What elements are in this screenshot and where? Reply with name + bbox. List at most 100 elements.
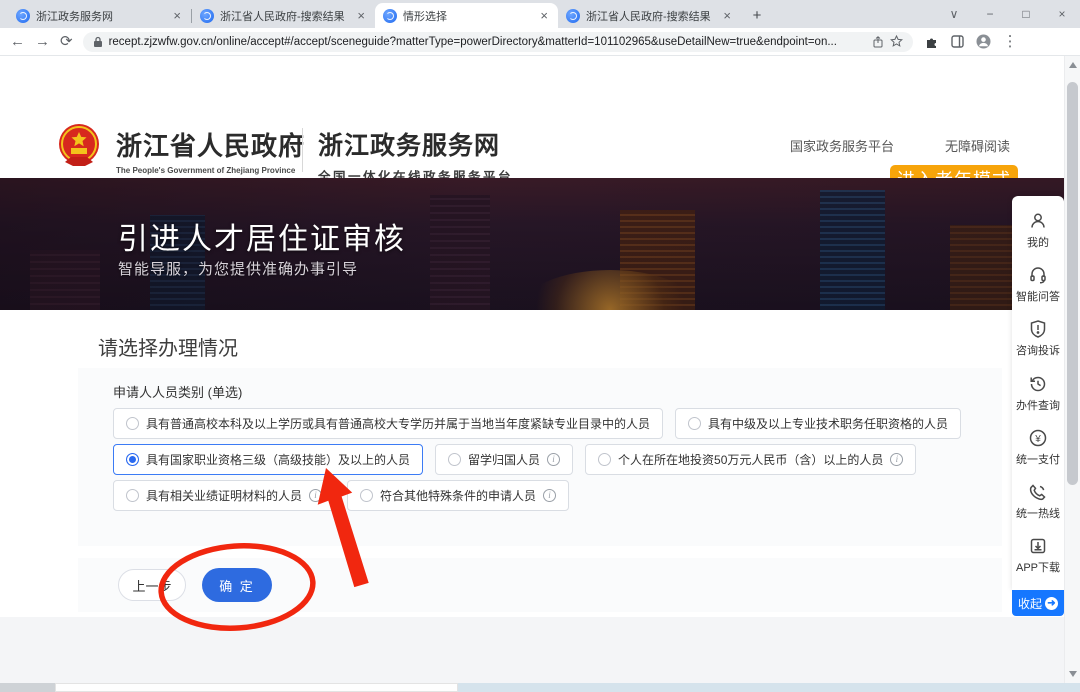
- radio-option-vocational-selected[interactable]: 具有国家职业资格三级（高级技能）及以上的人员: [113, 444, 423, 475]
- sidebar-item-label: 智能问答: [1016, 288, 1060, 304]
- profile-avatar-icon[interactable]: [976, 34, 991, 49]
- tab-title: 浙江政务服务网: [36, 8, 165, 24]
- site-header: 浙江省人民政府 The People's Government of Zheji…: [0, 56, 1064, 178]
- window-controls: ∨ − □ ×: [936, 0, 1080, 28]
- radio-option-achievement[interactable]: 具有相关业绩证明材料的人员 i: [113, 480, 335, 511]
- action-bar: 上一步 确 定: [78, 558, 1002, 612]
- arrow-right-icon: ➜: [1045, 597, 1058, 610]
- sidebar-item-mine[interactable]: 我的: [1012, 211, 1064, 250]
- app-download-icon: [1028, 536, 1048, 556]
- radio-icon[interactable]: [126, 417, 139, 430]
- vertical-scrollbar: [1064, 56, 1080, 683]
- floating-side-panel: 我的 智能问答 咨询投诉 办件查询 ¥ 统一支付 统一热线 APP下载: [1012, 196, 1064, 590]
- sidebar-item-case-query[interactable]: 办件查询: [1012, 374, 1064, 413]
- info-icon[interactable]: i: [309, 489, 322, 502]
- radio-icon[interactable]: [688, 417, 701, 430]
- forward-icon[interactable]: →: [35, 34, 50, 49]
- maximize-button[interactable]: □: [1008, 7, 1044, 21]
- info-icon[interactable]: i: [890, 453, 903, 466]
- back-icon[interactable]: ←: [10, 34, 25, 49]
- payment-yuan-icon: ¥: [1028, 428, 1048, 448]
- option-label: 留学归国人员: [468, 451, 540, 468]
- radio-option-degree[interactable]: 具有普通高校本科及以上学历或具有普通高校大专学历并属于当地当年度紧缺专业目录中的…: [113, 408, 663, 439]
- banner-subtitle: 智能导服，为您提供准确办事引导: [118, 258, 358, 279]
- tab-close-icon[interactable]: ×: [721, 8, 733, 23]
- history-clock-icon: [1028, 374, 1048, 394]
- qa-headset-icon: [1028, 265, 1048, 285]
- confirm-button[interactable]: 确 定: [202, 568, 272, 602]
- radio-option-mid-title[interactable]: 具有中级及以上专业技术职务任职资格的人员: [675, 408, 961, 439]
- group-label: 申请人人员类别 (单选): [113, 382, 242, 401]
- accessible-reading-link[interactable]: 无障碍阅读: [945, 136, 1010, 155]
- banner-title: 引进人才居住证审核: [118, 214, 406, 258]
- header-links: 国家政务服务平台 无障碍阅读: [790, 136, 1010, 155]
- gov-title: 浙江省人民政府: [116, 126, 305, 163]
- info-icon[interactable]: i: [543, 489, 556, 502]
- radio-icon[interactable]: [126, 489, 139, 502]
- option-row: 具有相关业绩证明材料的人员 i 符合其他特殊条件的申请人员 i: [113, 480, 569, 511]
- close-window-button[interactable]: ×: [1044, 7, 1080, 21]
- horizontal-scroll-thumb[interactable]: [55, 683, 458, 692]
- tab-favicon: [383, 9, 397, 23]
- horizontal-scrollbar: [0, 683, 1080, 692]
- extension-icon[interactable]: [925, 35, 939, 49]
- minimize-button[interactable]: −: [972, 7, 1008, 21]
- tab-scene-select-active[interactable]: 情形选择 ×: [375, 3, 558, 28]
- national-platform-link[interactable]: 国家政务服务平台: [790, 136, 894, 155]
- sidebar-item-app-download[interactable]: APP下载: [1012, 536, 1064, 575]
- tab-close-icon[interactable]: ×: [538, 8, 550, 23]
- sidebar-item-label: 统一支付: [1016, 451, 1060, 467]
- gov-title-block: 浙江省人民政府 The People's Government of Zheji…: [116, 126, 305, 175]
- header-divider: [302, 128, 303, 172]
- collapse-panel-button[interactable]: 收起 ➜: [1012, 590, 1064, 616]
- toolbar-icons: ⋮: [925, 34, 1018, 49]
- tab-close-icon[interactable]: ×: [355, 8, 367, 23]
- info-icon[interactable]: i: [547, 453, 560, 466]
- radio-icon[interactable]: [360, 489, 373, 502]
- kebab-menu-icon[interactable]: ⋮: [1003, 34, 1018, 49]
- complaint-shield-icon: [1028, 319, 1048, 339]
- sidebar-item-label: 统一热线: [1016, 505, 1060, 521]
- address-bar[interactable]: recept.zjzwfw.gov.cn/online/accept#/acce…: [83, 32, 913, 52]
- option-label: 具有相关业绩证明材料的人员: [146, 487, 302, 504]
- radio-icon[interactable]: [448, 453, 461, 466]
- scroll-down-arrow-icon[interactable]: [1069, 671, 1077, 677]
- scroll-up-arrow-icon[interactable]: [1069, 62, 1077, 68]
- radio-option-investor[interactable]: 个人在所在地投资50万元人民币（含）以上的人员 i: [585, 444, 916, 475]
- tab-close-icon[interactable]: ×: [171, 8, 183, 23]
- tab-favicon: [16, 9, 30, 23]
- sidebar-item-label: 办件查询: [1016, 397, 1060, 413]
- tab-zjzwfw[interactable]: 浙江政务服务网 ×: [8, 3, 191, 28]
- site-title: 浙江政务服务网: [318, 126, 513, 162]
- sidebar-item-label: 咨询投诉: [1016, 342, 1060, 358]
- bookmark-star-icon[interactable]: [890, 35, 903, 48]
- tab-search-result-2[interactable]: 浙江省人民政府-搜索结果 ×: [558, 3, 741, 28]
- option-row: 具有国家职业资格三级（高级技能）及以上的人员 留学归国人员 i 个人在所在地投资…: [113, 444, 916, 475]
- tab-favicon: [566, 9, 580, 23]
- side-panel-icon[interactable]: [951, 35, 964, 48]
- vertical-scroll-thumb[interactable]: [1067, 82, 1078, 485]
- tab-search-result-1[interactable]: 浙江省人民政府-搜索结果 ×: [192, 3, 375, 28]
- radio-option-special[interactable]: 符合其他特殊条件的申请人员 i: [347, 480, 569, 511]
- radio-icon[interactable]: [598, 453, 611, 466]
- collapse-label: 收起: [1018, 595, 1042, 612]
- reload-icon[interactable]: ⟳: [60, 34, 73, 49]
- option-label: 符合其他特殊条件的申请人员: [380, 487, 536, 504]
- sidebar-item-hotline[interactable]: 统一热线: [1012, 482, 1064, 521]
- option-label: 具有普通高校本科及以上学历或具有普通高校大专学历并属于当地当年度紧缺专业目录中的…: [146, 415, 650, 432]
- radio-option-returnee[interactable]: 留学归国人员 i: [435, 444, 573, 475]
- scene-form-card: 申请人人员类别 (单选) 具有普通高校本科及以上学历或具有普通高校大专学历并属于…: [78, 368, 1002, 546]
- sidebar-item-complaint[interactable]: 咨询投诉: [1012, 319, 1064, 358]
- sidebar-item-unified-payment[interactable]: ¥ 统一支付: [1012, 428, 1064, 467]
- scrollbar-corner: [0, 683, 55, 692]
- browser-window: 浙江政务服务网 × 浙江省人民政府-搜索结果 × 情形选择 × 浙江省人民政府-…: [0, 0, 1080, 692]
- share-icon[interactable]: [872, 36, 884, 48]
- previous-step-button[interactable]: 上一步: [118, 569, 186, 601]
- new-tab-button[interactable]: +: [745, 3, 769, 27]
- site-title-block: 浙江政务服务网 全国一体化在线政务服务平台: [318, 126, 513, 185]
- tab-search-menu-icon[interactable]: ∨: [936, 7, 972, 21]
- radio-selected-icon[interactable]: [126, 453, 139, 466]
- url-text[interactable]: recept.zjzwfw.gov.cn/online/accept#/acce…: [109, 36, 866, 48]
- lock-icon: [93, 36, 103, 48]
- sidebar-item-smart-qa[interactable]: 智能问答: [1012, 265, 1064, 304]
